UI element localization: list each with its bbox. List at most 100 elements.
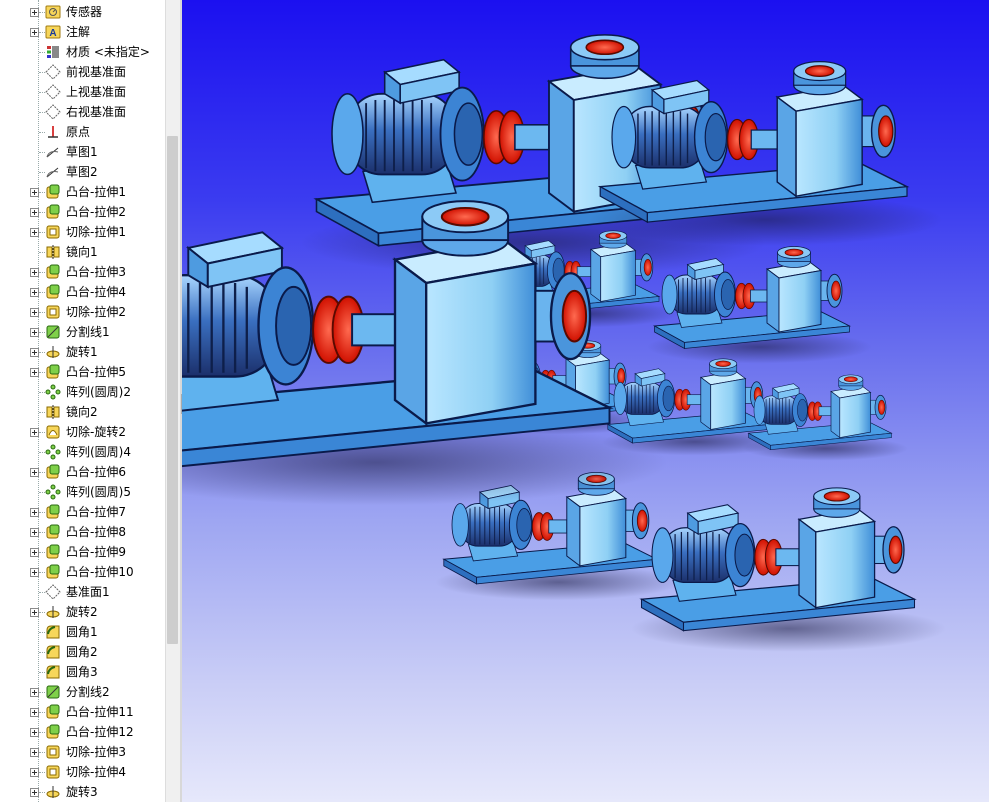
tree-item[interactable]: 凸台-拉伸2 xyxy=(0,202,165,222)
tree-item[interactable]: 凸台-拉伸7 xyxy=(0,502,165,522)
tree-item[interactable]: 镜向2 xyxy=(0,402,165,422)
tree-item[interactable]: 上视基准面 xyxy=(0,82,165,102)
graphics-viewport[interactable] xyxy=(182,0,989,802)
circular-pattern-icon xyxy=(45,484,61,500)
tree-item[interactable]: 圆角3 xyxy=(0,662,165,682)
boss-extrude-icon xyxy=(45,724,61,740)
tree-item[interactable]: 旋转1 xyxy=(0,342,165,362)
tree-item[interactable]: 分割线1 xyxy=(0,322,165,342)
expand-plus-icon[interactable] xyxy=(30,308,39,317)
tree-item[interactable]: 凸台-拉伸5 xyxy=(0,362,165,382)
tree-item-label: 凸台-拉伸11 xyxy=(66,705,134,719)
expand-plus-icon[interactable] xyxy=(30,208,39,217)
tree-item[interactable]: 基准面1 xyxy=(0,582,165,602)
tree-item[interactable]: 凸台-拉伸9 xyxy=(0,542,165,562)
tree-item[interactable]: 凸台-拉伸8 xyxy=(0,522,165,542)
expand-plus-icon[interactable] xyxy=(30,28,39,37)
expand-plus-icon[interactable] xyxy=(30,8,39,17)
tree-item[interactable]: 凸台-拉伸1 xyxy=(0,182,165,202)
tree-item-label: 凸台-拉伸3 xyxy=(66,265,126,279)
tree-item[interactable]: 镜向1 xyxy=(0,242,165,262)
tree-item[interactable]: 切除-拉伸3 xyxy=(0,742,165,762)
expand-plus-icon[interactable] xyxy=(30,748,39,757)
tree-item[interactable]: 原点 xyxy=(0,122,165,142)
tree-scrollbar-thumb[interactable] xyxy=(167,136,178,644)
tree-item[interactable]: 圆角2 xyxy=(0,642,165,662)
tree-item[interactable]: 阵列(圆周)5 xyxy=(0,482,165,502)
plane-icon xyxy=(45,584,61,600)
fillet-icon xyxy=(45,624,61,640)
revolve-icon xyxy=(45,344,61,360)
expand-plus-icon[interactable] xyxy=(30,568,39,577)
pump-model-scene[interactable] xyxy=(182,0,989,802)
tree-item[interactable]: 圆角1 xyxy=(0,622,165,642)
expand-plus-icon[interactable] xyxy=(30,268,39,277)
expand-plus-icon[interactable] xyxy=(30,708,39,717)
expand-plus-icon[interactable] xyxy=(30,688,39,697)
tree-item[interactable]: 阵列(圆周)4 xyxy=(0,442,165,462)
tree-item[interactable]: 前视基准面 xyxy=(0,62,165,82)
tree-item[interactable]: 切除-拉伸4 xyxy=(0,762,165,782)
boss-extrude-icon xyxy=(45,204,61,220)
tree-item-label: 切除-拉伸3 xyxy=(66,745,126,759)
sketch-icon xyxy=(45,144,61,160)
cut-extrude-icon xyxy=(45,764,61,780)
expand-plus-icon[interactable] xyxy=(30,508,39,517)
tree-item[interactable]: 凸台-拉伸6 xyxy=(0,462,165,482)
svg-text:A: A xyxy=(49,28,56,39)
tree-item[interactable]: 切除-拉伸2 xyxy=(0,302,165,322)
tree-item[interactable]: 凸台-拉伸10 xyxy=(0,562,165,582)
tree-item-label: 草图1 xyxy=(66,145,98,159)
expand-plus-icon[interactable] xyxy=(30,548,39,557)
tree-item[interactable]: 阵列(圆周)2 xyxy=(0,382,165,402)
tree-item-label: 凸台-拉伸7 xyxy=(66,505,126,519)
tree-item[interactable]: 旋转2 xyxy=(0,602,165,622)
expand-plus-icon[interactable] xyxy=(30,228,39,237)
tree-item[interactable]: 切除-拉伸1 xyxy=(0,222,165,242)
tree-item-label: 切除-拉伸4 xyxy=(66,765,126,779)
tree-item[interactable]: 凸台-拉伸3 xyxy=(0,262,165,282)
pump-model-instance[interactable] xyxy=(742,374,909,462)
expand-plus-icon[interactable] xyxy=(30,368,39,377)
tree-item-label: 切除-旋转2 xyxy=(66,425,126,439)
expand-plus-icon[interactable] xyxy=(30,728,39,737)
revolve-icon xyxy=(45,604,61,620)
tree-item[interactable]: 凸台-拉伸11 xyxy=(0,702,165,722)
expand-plus-icon[interactable] xyxy=(30,608,39,617)
expand-plus-icon[interactable] xyxy=(30,288,39,297)
tree-item[interactable]: 切除-旋转2 xyxy=(0,422,165,442)
tree-item[interactable]: 草图2 xyxy=(0,162,165,182)
expand-plus-icon[interactable] xyxy=(30,328,39,337)
pump-model-instance[interactable] xyxy=(630,487,947,653)
tree-item[interactable]: 凸台-拉伸4 xyxy=(0,282,165,302)
tree-item-label: 凸台-拉伸4 xyxy=(66,285,126,299)
tree-item-label: 阵列(圆周)4 xyxy=(66,445,131,459)
boss-extrude-icon xyxy=(45,524,61,540)
expand-plus-icon[interactable] xyxy=(30,348,39,357)
boss-extrude-icon xyxy=(45,544,61,560)
fillet-icon xyxy=(45,664,61,680)
cut-extrude-icon xyxy=(45,224,61,240)
tree-item[interactable]: 旋转3 xyxy=(0,782,165,802)
boss-extrude-icon xyxy=(45,284,61,300)
tree-item[interactable]: 草图1 xyxy=(0,142,165,162)
tree-item[interactable]: 右视基准面 xyxy=(0,102,165,122)
expand-plus-icon[interactable] xyxy=(30,788,39,797)
sketch-icon xyxy=(45,164,61,180)
tree-item-label: 镜向2 xyxy=(66,405,98,419)
sensor-folder-icon xyxy=(45,4,61,20)
tree-item[interactable]: 凸台-拉伸12 xyxy=(0,722,165,742)
tree-item[interactable]: A 注解 xyxy=(0,22,165,42)
tree-item-label: 旋转1 xyxy=(66,345,98,359)
split-line-icon xyxy=(45,684,61,700)
expand-plus-icon[interactable] xyxy=(30,188,39,197)
tree-item[interactable]: 材质 <未指定> xyxy=(0,42,165,62)
tree-item[interactable]: 分割线2 xyxy=(0,682,165,702)
material-icon xyxy=(45,44,61,60)
tree-item[interactable]: 传感器 xyxy=(0,2,165,22)
tree-item-label: 圆角2 xyxy=(66,645,98,659)
expand-plus-icon[interactable] xyxy=(30,468,39,477)
expand-plus-icon[interactable] xyxy=(30,768,39,777)
expand-plus-icon[interactable] xyxy=(30,528,39,537)
expand-plus-icon[interactable] xyxy=(30,428,39,437)
